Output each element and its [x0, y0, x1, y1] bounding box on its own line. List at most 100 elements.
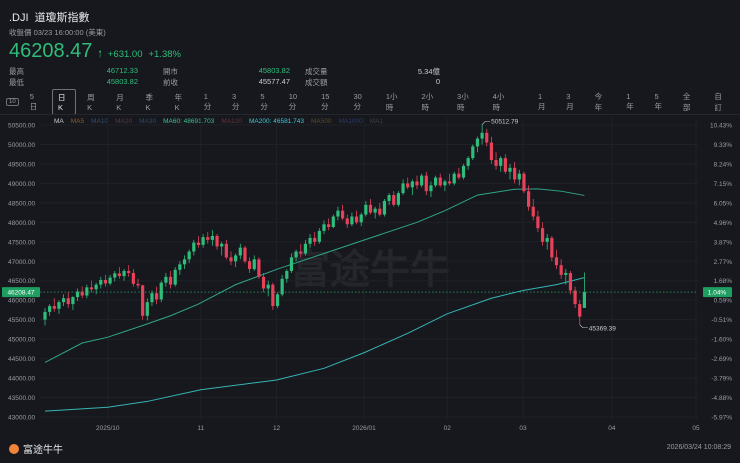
candle-body: [113, 273, 117, 278]
candle-body: [480, 132, 484, 139]
y-tick-label: 43500.00: [8, 395, 35, 402]
x-tick-label: 12: [273, 425, 281, 432]
last-price-label: 46208.47: [7, 290, 34, 297]
pct-tick-label: -1.60%: [711, 337, 732, 344]
timestamp: 2026/03/24 10:08:29: [666, 444, 731, 451]
candle-body: [57, 302, 61, 309]
candle-body: [341, 210, 345, 219]
candle-body: [485, 132, 489, 143]
candle-body: [559, 265, 563, 275]
candle-body: [206, 237, 210, 240]
candle-body: [536, 216, 540, 229]
candle-body: [117, 273, 121, 277]
candle-body: [238, 247, 242, 256]
y-tick-label: 49000.00: [8, 181, 35, 188]
candle-body: [410, 181, 414, 188]
candle-body: [182, 259, 187, 265]
candle-body: [85, 287, 89, 296]
candle-body: [275, 294, 280, 307]
candle-body: [75, 291, 80, 298]
candle-body: [136, 283, 140, 286]
candle-body: [122, 271, 126, 277]
candle-body: [447, 181, 452, 184]
candle-body: [168, 276, 173, 285]
y-tick-label: 44000.00: [8, 376, 35, 383]
x-tick-label: 04: [608, 425, 616, 432]
candle-body: [71, 297, 75, 305]
candle-body: [308, 237, 312, 244]
candlestick-chart[interactable]: 富途牛牛 50500.00 10.43% 50000.00 9.33% 49500.00 8…: [0, 0, 740, 463]
candle-body: [452, 173, 456, 184]
candle-body: [573, 290, 577, 305]
candle-body: [210, 235, 214, 240]
candle-body: [331, 216, 335, 228]
candle-body: [150, 293, 154, 303]
candle-body: [420, 175, 424, 186]
x-tick-label: 2026/01: [352, 425, 376, 432]
candle-body: [317, 230, 321, 242]
watermark: 富途牛牛: [290, 247, 450, 292]
x-tick-label: 03: [519, 425, 527, 432]
y-tick-label: 45500.00: [8, 317, 35, 324]
pct-tick-label: 3.87%: [714, 239, 733, 246]
candle-body: [234, 255, 238, 262]
candle-body: [248, 261, 252, 270]
candle-body: [494, 160, 498, 166]
pct-tick-label: 10.43%: [710, 123, 732, 130]
candle-body: [178, 264, 182, 270]
x-tick-label: 11: [197, 425, 204, 432]
candle-body: [508, 167, 512, 172]
candle-body: [545, 237, 549, 242]
brand-logo: 富途牛牛: [9, 441, 63, 456]
candle-body: [103, 279, 108, 284]
candle-body: [196, 242, 201, 245]
candle-body: [99, 279, 103, 285]
candle-body: [443, 181, 447, 186]
pct-tick-label: -4.88%: [711, 395, 732, 402]
candle-body: [424, 175, 428, 192]
candle-body: [503, 158, 507, 172]
candle-body: [257, 259, 261, 277]
pct-tick-label: -0.51%: [711, 317, 732, 324]
candle-body: [457, 173, 461, 178]
pct-tick-label: 7.15%: [714, 181, 733, 188]
pct-tick-label: -3.79%: [711, 376, 732, 383]
candle-body: [141, 285, 145, 316]
candle-body: [336, 210, 340, 217]
candle-body: [66, 298, 70, 305]
candle-body: [289, 257, 294, 271]
last-pct-label: 1.04%: [708, 290, 727, 297]
candle-body: [345, 218, 349, 225]
low-marker-label: 45369.39: [589, 325, 616, 332]
y-tick-label: 46500.00: [8, 278, 35, 285]
brand-name: 富途牛牛: [23, 445, 63, 456]
candle-body: [378, 208, 382, 215]
pct-tick-label: -2.69%: [711, 356, 732, 363]
candle-body: [434, 177, 438, 186]
candle-body: [373, 208, 377, 213]
y-tick-label: 45000.00: [8, 337, 35, 344]
candle-body: [294, 251, 298, 258]
pct-tick-label: 4.96%: [714, 220, 733, 227]
candle-body: [354, 216, 359, 223]
x-tick-label: 05: [692, 425, 700, 432]
candle-body: [43, 311, 47, 320]
candle-body: [564, 272, 568, 275]
candle-body: [131, 272, 135, 284]
candle-body: [173, 269, 177, 285]
candle-body: [461, 165, 466, 178]
candle-body: [243, 247, 247, 262]
y-tick-label: 49500.00: [8, 161, 35, 168]
candle-body: [229, 257, 233, 262]
ma200-line: [44, 277, 585, 412]
candle-body: [52, 306, 56, 309]
candle-body: [499, 158, 503, 166]
candle-body: [220, 243, 224, 247]
candle-body: [266, 284, 270, 289]
candle-body: [252, 259, 256, 270]
high-marker-line: [481, 121, 491, 125]
candle-body: [313, 237, 317, 242]
candle-body: [164, 276, 168, 283]
candle-body: [429, 185, 433, 192]
y-tick-label: 47000.00: [8, 259, 35, 266]
